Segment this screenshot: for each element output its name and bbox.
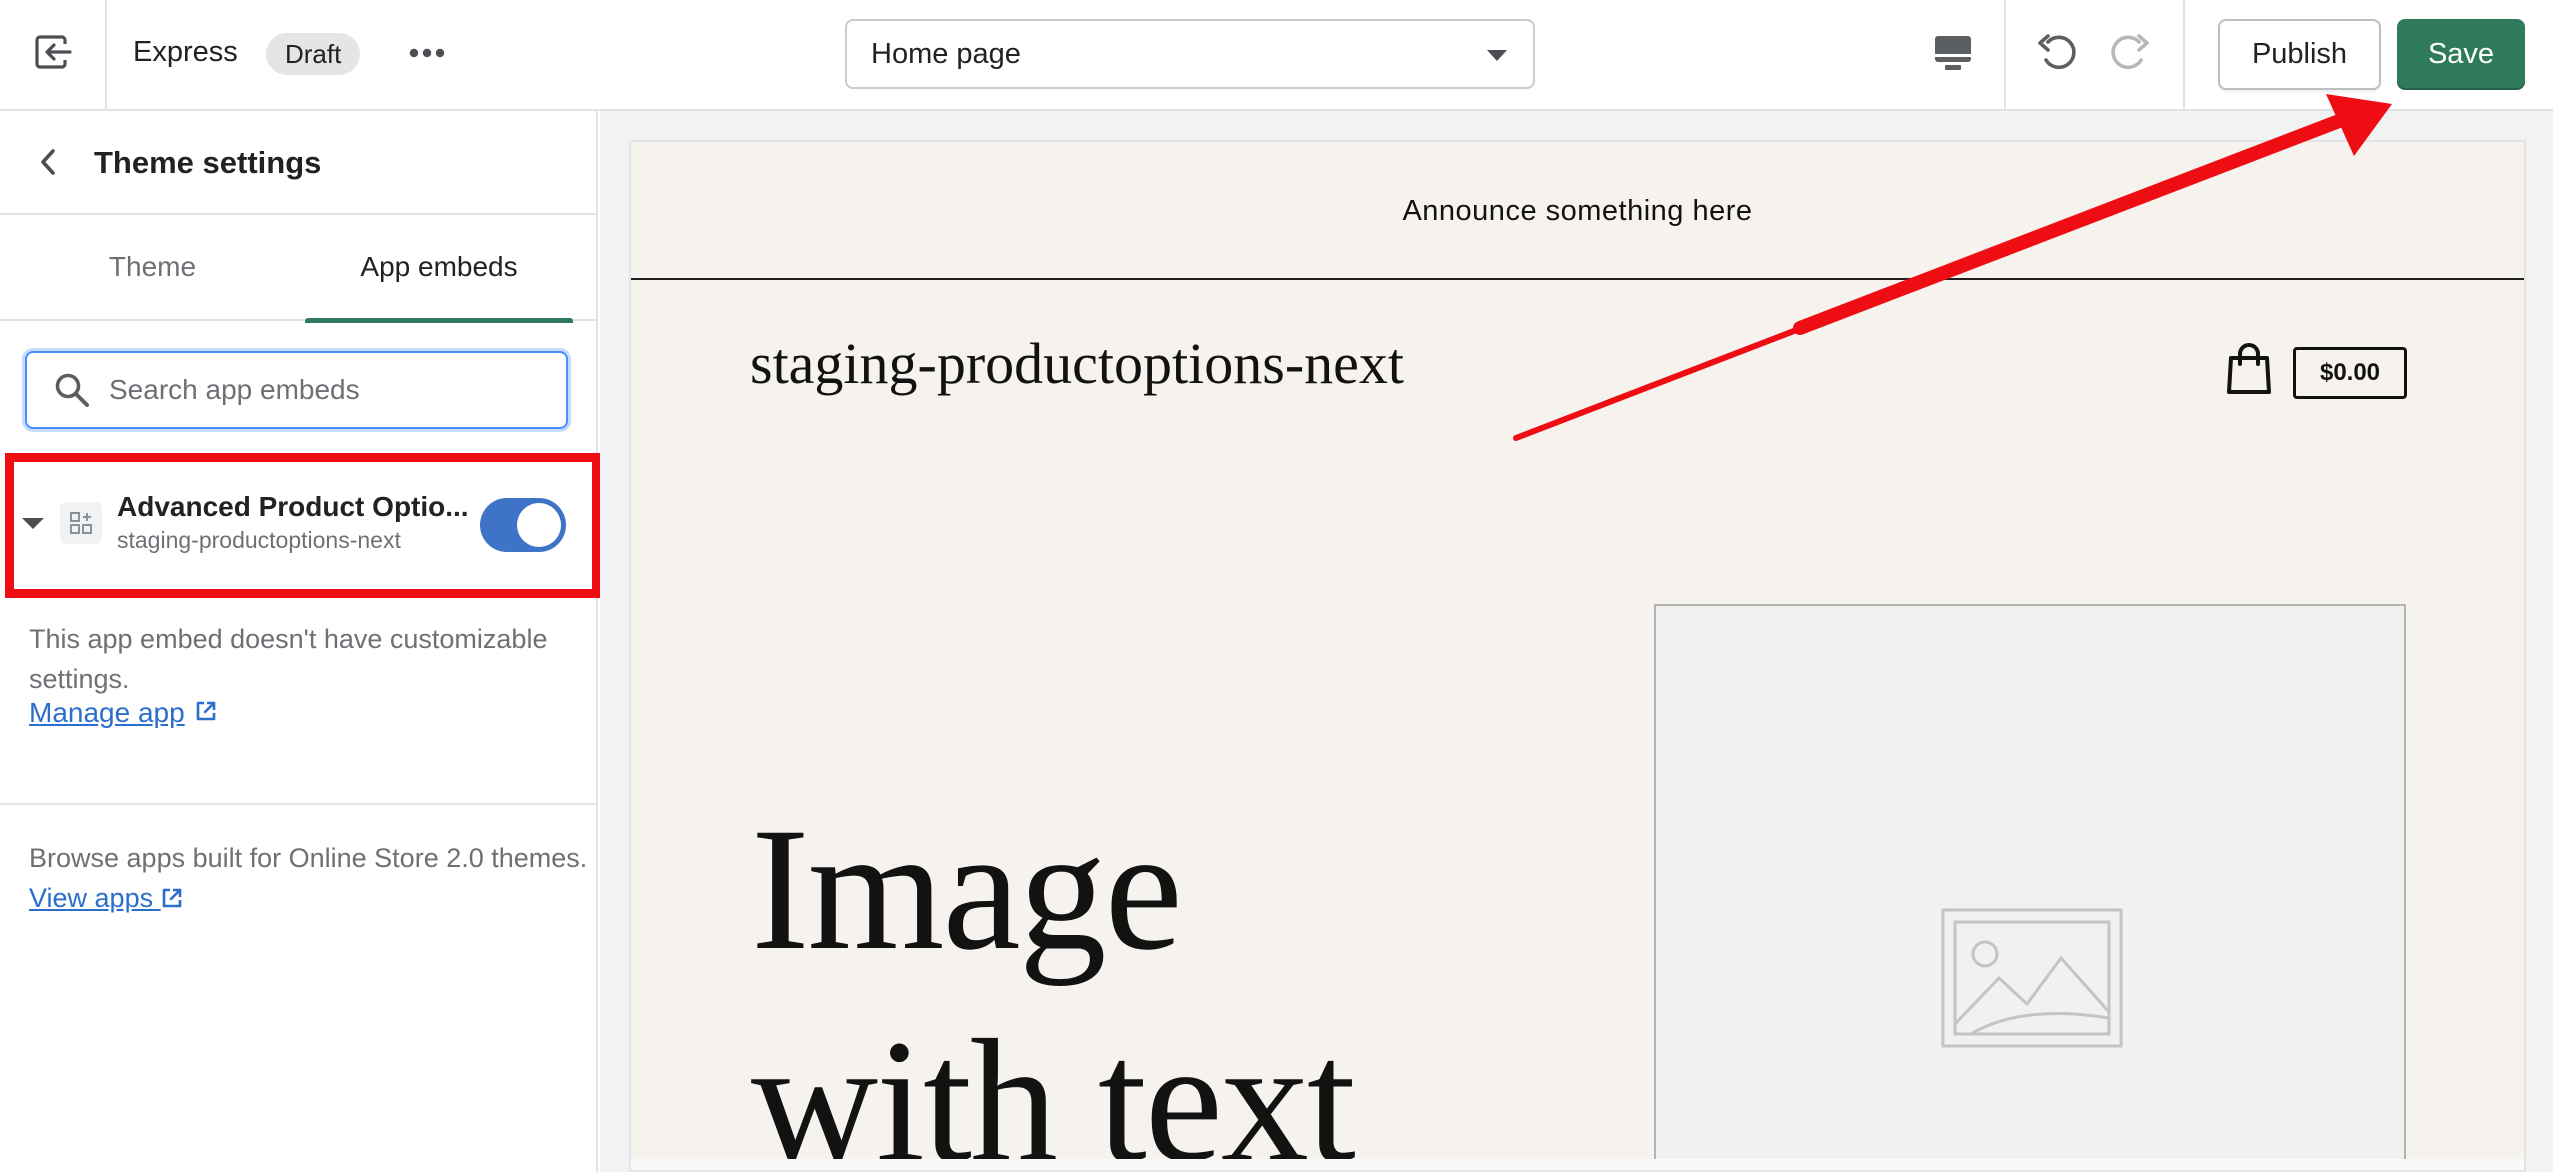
browse-apps-label: Browse apps built for Online Store 2.0 t… [29, 843, 588, 873]
app-embed-name: Advanced Product Optio... [117, 491, 469, 522]
redo-button[interactable] [2101, 26, 2157, 82]
manage-app-link[interactable]: Manage app [29, 697, 217, 729]
redo-icon [2107, 30, 2151, 79]
view-apps-label: View apps [29, 883, 154, 913]
undo-icon [2036, 30, 2080, 79]
sidebar-header: Theme settings [0, 111, 596, 215]
publish-button[interactable]: Publish [2218, 19, 2381, 90]
chevron-down-icon [1487, 50, 1507, 61]
external-link-icon [161, 883, 183, 913]
shopping-bag-icon[interactable] [2225, 342, 2273, 396]
chevron-left-icon [38, 147, 58, 182]
sidebar-divider [0, 803, 596, 805]
toolbar-divider [2183, 0, 2185, 109]
search-icon [54, 372, 90, 413]
hero-heading-line: with text [751, 1004, 1356, 1172]
hero-heading-line: Image [751, 792, 1183, 987]
manage-app-label: Manage app [29, 697, 185, 728]
theme-name: Express [133, 36, 238, 68]
announcement-bar[interactable]: Announce something here [631, 142, 2524, 280]
settings-tabs: Theme App embeds [0, 217, 596, 323]
more-horizontal-icon [409, 45, 445, 63]
sidebar-title: Theme settings [94, 145, 322, 180]
page-selector-value: Home page [871, 38, 1021, 70]
app-blocks-icon [60, 502, 102, 544]
app-embed-toggle[interactable] [480, 498, 566, 552]
tab-theme[interactable]: Theme [0, 217, 305, 321]
exit-icon [34, 34, 72, 75]
undo-button[interactable] [2030, 26, 2086, 82]
external-link-icon [195, 697, 217, 729]
app-embed-source: staging-productoptions-next [117, 527, 401, 553]
toolbar-divider [2004, 0, 2006, 109]
search-input[interactable] [109, 353, 549, 427]
cart-total[interactable]: $0.00 [2293, 347, 2407, 399]
storefront-preview[interactable]: Announce something here staging-producto… [629, 140, 2526, 1172]
status-badge: Draft [266, 33, 361, 75]
preview-bottom-edge [631, 1159, 2524, 1170]
embed-settings-note: This app embed doesn't have customizable… [29, 624, 548, 694]
image-placeholder-icon [1941, 908, 2123, 1053]
hero-heading[interactable]: Image with text [751, 784, 1356, 1172]
device-preview-button[interactable] [1925, 27, 1981, 83]
back-button[interactable] [24, 141, 72, 187]
view-apps-link[interactable]: View apps [29, 883, 183, 913]
browse-apps-text: Browse apps built for Online Store 2.0 t… [29, 838, 589, 918]
tab-app-embeds[interactable]: App embeds [305, 217, 573, 323]
more-actions-button[interactable] [400, 30, 454, 78]
expand-caret-icon[interactable] [22, 518, 44, 529]
page-selector[interactable]: Home page [845, 19, 1535, 89]
theme-settings-sidebar: Theme settings Theme App embeds Advanced… [0, 111, 601, 1172]
desktop-preview-icon [1934, 35, 1972, 76]
exit-button[interactable] [0, 0, 107, 109]
image-placeholder[interactable] [1654, 604, 2406, 1170]
store-logo-text[interactable]: staging-productoptions-next [750, 330, 1404, 397]
save-button[interactable]: Save [2397, 19, 2525, 90]
toggle-knob [517, 503, 561, 547]
search-field[interactable] [25, 351, 568, 429]
editor-top-bar: Express Draft Home page Publish Save [0, 0, 2553, 111]
